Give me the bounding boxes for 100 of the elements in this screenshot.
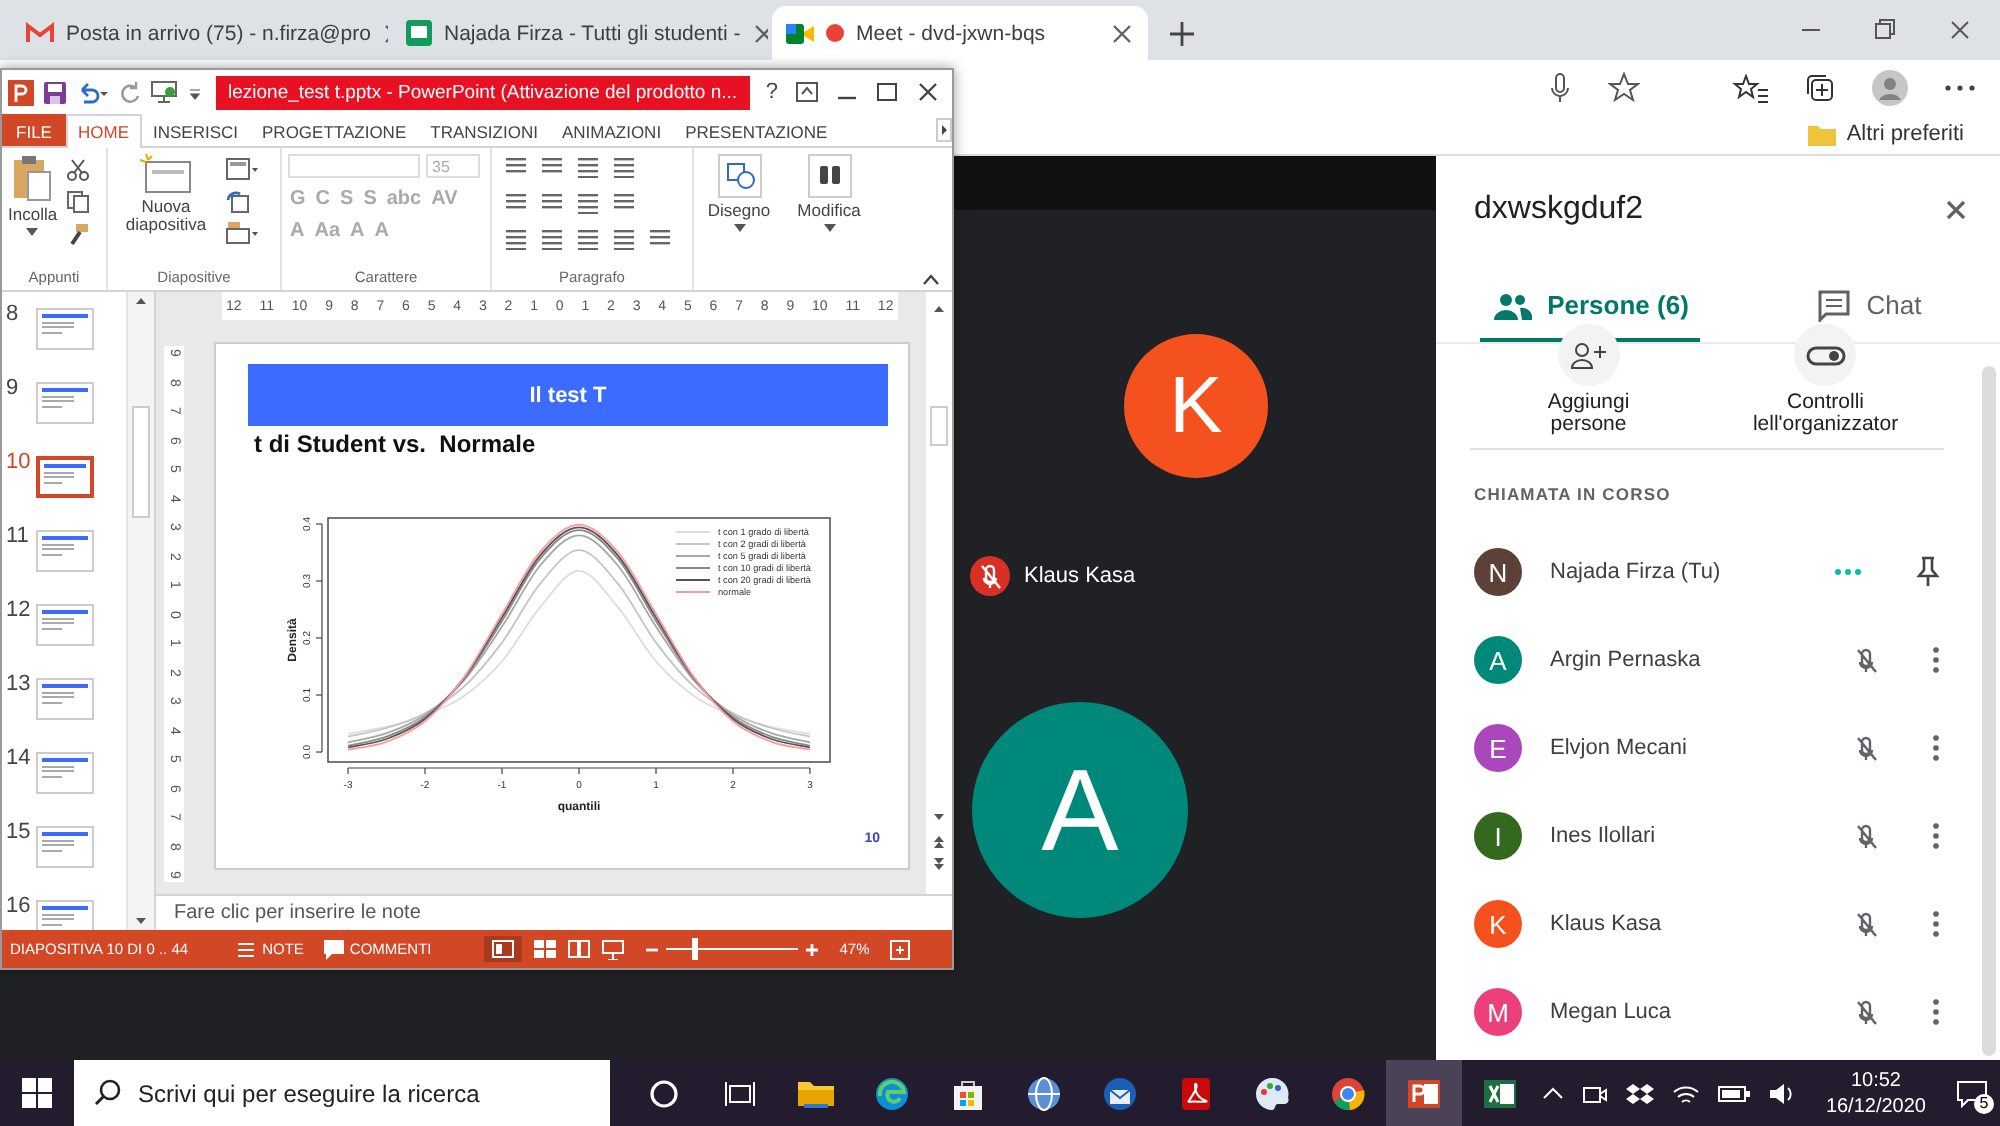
more-icon[interactable]: [1932, 646, 1940, 675]
task-view-icon[interactable]: [724, 1077, 756, 1109]
help-button[interactable]: ?: [765, 80, 778, 104]
close-icon[interactable]: [916, 80, 940, 104]
slide-thumbnail[interactable]: [36, 752, 94, 794]
ribbon-tab[interactable]: PROGETTAZIONE: [250, 114, 419, 146]
close-icon[interactable]: [1110, 21, 1134, 45]
section-icon[interactable]: [226, 222, 258, 246]
scrollbar-thumb[interactable]: [930, 406, 948, 446]
format-painter-icon[interactable]: [65, 222, 90, 246]
pdf-icon[interactable]: [1176, 1073, 1216, 1113]
windows-logo-icon[interactable]: [22, 1078, 52, 1108]
normal-view-icon[interactable]: [491, 940, 514, 958]
previous-slide-icon[interactable]: [930, 832, 948, 850]
browser-tab[interactable]: Meet - dvd-jxwn-bqs: [772, 6, 1148, 60]
muted-microphone-icon[interactable]: [1854, 822, 1878, 851]
more-icon[interactable]: [1932, 734, 1940, 763]
scissors-icon[interactable]: [65, 158, 90, 182]
zoom-slider-thumb[interactable]: [692, 938, 699, 960]
maximize-icon[interactable]: [876, 82, 898, 102]
bird-envelope-icon[interactable]: [1100, 1073, 1140, 1113]
circle-icon[interactable]: [648, 1077, 680, 1109]
bookmark-folder[interactable]: Altri preferiti: [1846, 122, 1964, 146]
drawing-button[interactable]: Disegno: [707, 154, 771, 290]
more-icon[interactable]: [1932, 822, 1940, 851]
reset-icon[interactable]: [226, 190, 250, 214]
profile-icon[interactable]: [1872, 69, 1908, 105]
ribbon-tab[interactable]: HOME: [66, 114, 141, 148]
browser-tab[interactable]: Posta in arrivo (75) - n.firza@pro: [12, 6, 388, 60]
muted-microphone-icon[interactable]: [1854, 998, 1878, 1027]
edge-icon[interactable]: [872, 1073, 912, 1113]
taskbar-button[interactable]: [1386, 1060, 1462, 1126]
browser-tab[interactable]: Najada Firza - Tutti gli studenti -: [392, 6, 768, 60]
slide-thumbnail[interactable]: [36, 308, 94, 350]
scrollbar-thumb[interactable]: [132, 406, 150, 518]
speaker-icon[interactable]: [1767, 1081, 1796, 1105]
chevron-up-icon[interactable]: [1541, 1086, 1564, 1100]
palette-icon[interactable]: [1252, 1073, 1292, 1113]
slide-thumbnail[interactable]: [36, 604, 94, 646]
video-camera-icon[interactable]: [786, 21, 814, 45]
slideshow-icon[interactable]: [150, 80, 178, 104]
pin-icon[interactable]: [1916, 556, 1940, 589]
slide-sorter-icon[interactable]: [533, 940, 556, 958]
slide-thumbnail[interactable]: [36, 456, 94, 498]
save-icon[interactable]: [44, 81, 66, 103]
panel-tab[interactable]: Chat: [1740, 272, 2000, 342]
paste-button[interactable]: Incolla: [8, 154, 58, 268]
reading-view-icon[interactable]: [567, 940, 590, 958]
mail-icon[interactable]: [26, 22, 54, 44]
next-slide-icon[interactable]: [930, 856, 948, 874]
wifi-icon[interactable]: [1671, 1081, 1700, 1105]
collections-icon[interactable]: [1804, 71, 1836, 103]
action-button[interactable]: [1794, 324, 1857, 386]
font-name-field[interactable]: [288, 154, 420, 178]
scroll-right-icon[interactable]: [936, 118, 952, 142]
file-menu-tab[interactable]: FILE: [2, 114, 66, 146]
scrollbar[interactable]: [1982, 366, 1996, 1056]
muted-microphone-icon[interactable]: [1854, 734, 1878, 763]
ribbon-tab[interactable]: INSERISCI: [141, 114, 251, 146]
ribbon-display-icon[interactable]: [796, 82, 818, 102]
favorites-icon[interactable]: [1732, 71, 1768, 103]
copy-icon[interactable]: [65, 190, 90, 214]
align-left-icon[interactable]: [504, 226, 528, 250]
dropbox-icon[interactable]: [1625, 1081, 1654, 1105]
close-icon[interactable]: [1948, 18, 1972, 42]
chrome-icon[interactable]: [1328, 1073, 1368, 1113]
star-icon[interactable]: [1608, 71, 1640, 103]
collapse-icon[interactable]: [922, 274, 940, 286]
more-icon[interactable]: [1932, 910, 1940, 939]
fit-to-window-icon[interactable]: [889, 939, 910, 959]
ribbon-tab[interactable]: ANIMAZIONI: [549, 114, 674, 146]
close-icon[interactable]: [1944, 198, 1968, 222]
new-slide-button[interactable]: Nuova diapositiva: [114, 154, 218, 268]
presentation-icon[interactable]: [601, 939, 624, 959]
restore-icon[interactable]: [1874, 18, 1896, 40]
caret-icon[interactable]: [188, 84, 202, 100]
more-icon[interactable]: [1944, 83, 1976, 91]
undo-icon[interactable]: [76, 81, 108, 103]
slide-thumbnail[interactable]: [36, 678, 94, 720]
justify-icon[interactable]: [612, 226, 636, 250]
muted-microphone-icon[interactable]: [1854, 646, 1878, 675]
search-field[interactable]: Scrivi qui per eseguire la ricerca: [74, 1060, 610, 1126]
powerpoint-icon[interactable]: [8, 79, 34, 105]
muted-microphone-icon[interactable]: [1854, 910, 1878, 939]
microphone-icon[interactable]: [1548, 71, 1572, 103]
redo-icon[interactable]: [118, 81, 140, 103]
new-tab-icon[interactable]: [1168, 20, 1196, 48]
editing-button[interactable]: Modifica: [797, 154, 861, 290]
ribbon-tab[interactable]: PRESENTAZIONE: [673, 114, 840, 146]
battery-icon[interactable]: [1717, 1083, 1750, 1103]
slide-thumbnail[interactable]: [36, 900, 94, 930]
zoom-in-icon[interactable]: [803, 941, 820, 957]
globe-icon[interactable]: [1024, 1073, 1064, 1113]
classroom-icon[interactable]: [406, 20, 432, 46]
slide-thumbnail[interactable]: [36, 530, 94, 572]
camera-icon[interactable]: [1581, 1081, 1608, 1105]
notifications-icon[interactable]: [1956, 1079, 1988, 1107]
slide-thumbnail[interactable]: [36, 826, 94, 868]
action-button[interactable]: [1557, 324, 1620, 386]
more-icon[interactable]: [1932, 998, 1940, 1027]
